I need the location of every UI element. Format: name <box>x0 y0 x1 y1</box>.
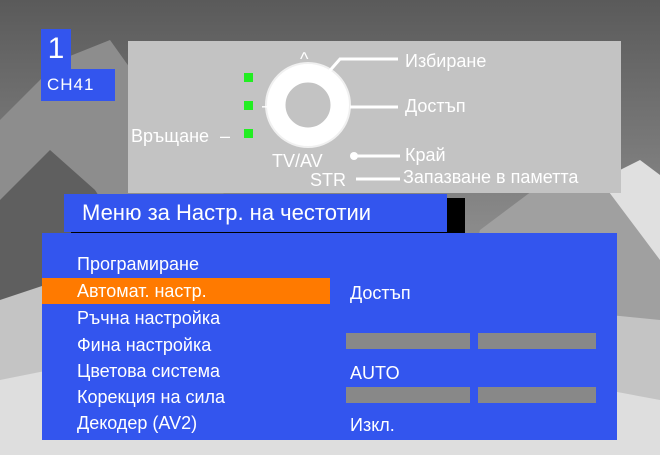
signal-correction-bar-left[interactable] <box>346 387 470 403</box>
help-select-label: Избиране <box>405 51 487 71</box>
menu-title: Меню за Настр. на честотии <box>64 194 447 232</box>
led-indicator-middle <box>244 101 253 110</box>
dpad-center <box>282 79 334 131</box>
menu-item-manual-tune[interactable]: Ръчна настройка <box>42 305 330 331</box>
fine-tune-bar-left[interactable] <box>346 333 470 349</box>
select-pointer-line <box>324 57 398 76</box>
dpad-minus-icon: – <box>262 95 274 117</box>
color-system-value: AUTO <box>350 363 400 383</box>
menu-item-color-system[interactable]: Цветова система <box>42 358 330 384</box>
led-indicator-top <box>244 73 253 82</box>
channel-number: 1 <box>41 29 71 69</box>
dpad-up-arrow-icon: ^ <box>300 49 309 69</box>
auto-tune-value: Достъп <box>350 283 411 303</box>
menu-item-programming[interactable]: Програмиране <box>42 251 330 277</box>
help-str-label: STR <box>310 170 346 190</box>
help-exit-label: Край <box>405 145 446 165</box>
menu-item-signal-correction[interactable]: Корекция на сила <box>42 384 330 410</box>
exit-dot <box>350 152 358 160</box>
help-tvav-label: TV/AV <box>272 151 323 171</box>
signal-correction-bar-right[interactable] <box>478 387 596 403</box>
help-store-label: Запазване в паметта <box>403 167 579 187</box>
help-back-dash: – <box>220 126 231 146</box>
menu-item-fine-tune[interactable]: Фина настройка <box>42 332 330 358</box>
dpad-down-arrow-icon: V <box>298 125 311 145</box>
led-indicator-bottom <box>244 129 253 138</box>
help-back-label: Връщане <box>131 126 210 146</box>
fine-tune-bar-right[interactable] <box>478 333 596 349</box>
dpad-plus-icon: + <box>332 93 345 118</box>
decoder-value: Изкл. <box>350 415 395 435</box>
help-access-label: Достъп <box>405 96 466 116</box>
channel-name: CH41 <box>41 69 115 101</box>
menu-item-auto-tune[interactable]: Автомат. настр. <box>42 278 330 304</box>
menu-item-decoder-av2[interactable]: Декодер (AV2) <box>42 410 330 436</box>
